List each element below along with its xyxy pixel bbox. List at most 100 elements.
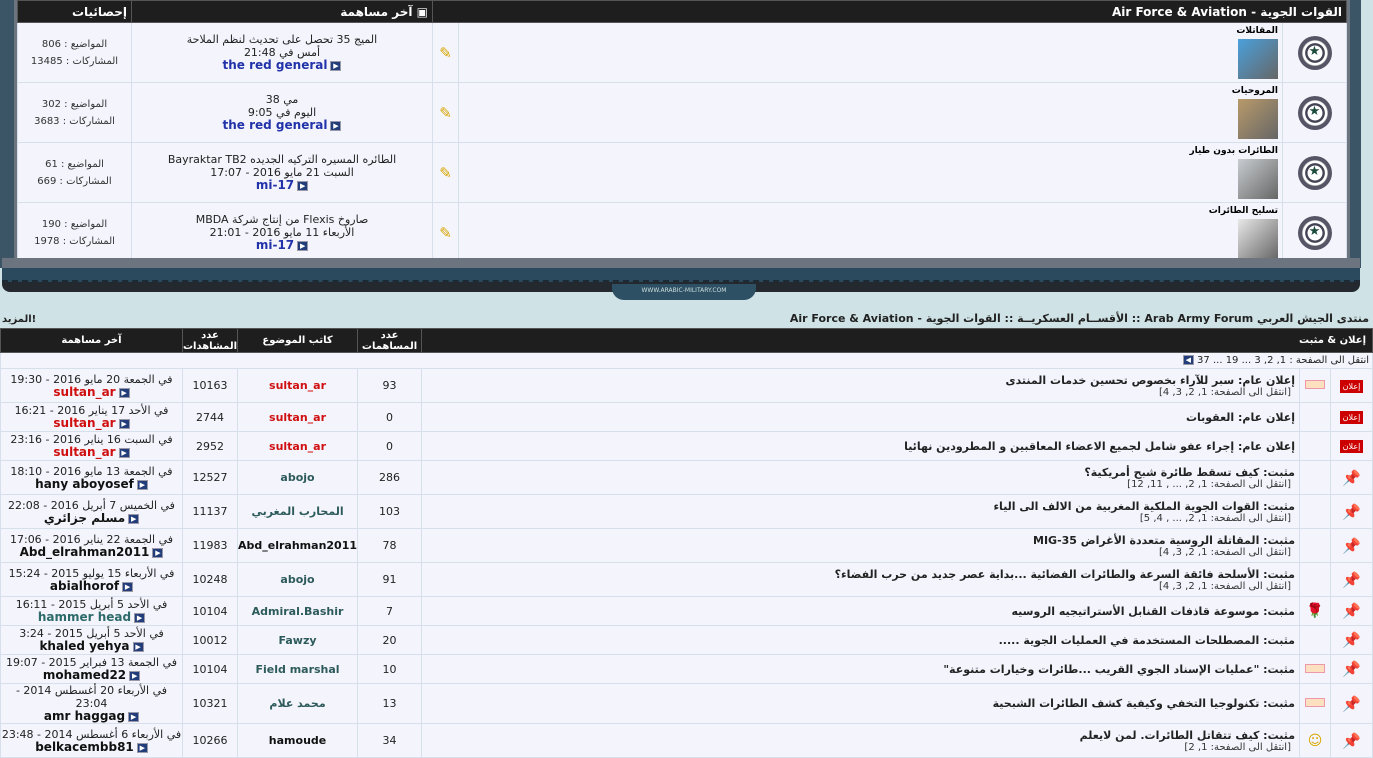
topic-title-link[interactable]: مثبت: المقاتلة الروسية متعددة الأغراض MI… — [422, 534, 1299, 547]
topic-icon-cell — [1299, 528, 1331, 563]
last-post-title[interactable]: الميج 35 تحصل على تحديث لنظم الملاحة — [132, 33, 432, 46]
forum-name-link[interactable]: تسليح الطائرات — [463, 206, 1278, 216]
topic-author-link[interactable]: Fawzy — [237, 625, 359, 655]
forum-info-cell: المروحيات — [458, 82, 1283, 143]
more-link[interactable]: المزيد! — [2, 314, 36, 325]
topic-author-link[interactable]: hamoude — [237, 723, 359, 758]
last-post-cell: في الجمعة 13 فبراير 2015 - 19:07 ▶mohamed… — [0, 654, 183, 684]
goto-post-icon[interactable]: ▶ — [330, 61, 342, 71]
forum-icon-cell — [1282, 22, 1347, 83]
last-post-user-link[interactable]: belkacembb81 — [35, 740, 134, 754]
forum-name-link[interactable]: المقاتلات — [463, 26, 1278, 36]
forum-emblem-icon — [1297, 215, 1332, 250]
last-post-user-link[interactable]: the red general — [223, 118, 328, 132]
topic-title-link[interactable]: مثبت: القوات الجوية الملكية المغربية من … — [422, 500, 1299, 513]
last-post-user-link[interactable]: khaled yehya — [39, 639, 129, 653]
last-post-author: ▶sultan_ar — [1, 446, 182, 459]
pushpin-icon: 📌 — [1342, 468, 1361, 487]
forum-name-link[interactable]: الطائرات بدون طيار — [463, 146, 1278, 156]
posts-count: المشاركات : 1978 — [34, 235, 115, 247]
views-count: 10163 — [181, 368, 239, 403]
announcement-badge: إعلان — [1339, 411, 1364, 424]
last-post-user-link[interactable]: hany aboyosef — [35, 477, 134, 491]
last-post-user-link[interactable]: mohamed22 — [43, 668, 126, 682]
last-post-user-link[interactable]: the red general — [223, 58, 328, 72]
topic-author-link[interactable]: Admiral.Bashir — [237, 596, 359, 626]
pagination[interactable]: انتقل الى الصفحة : 1, 2, 3 ... 19 ... 37… — [0, 352, 1373, 369]
topic-author-link[interactable]: sultan_ar — [237, 402, 359, 432]
goto-post-icon[interactable]: ▶ — [118, 448, 130, 458]
last-post-title[interactable]: صاروخ Flexis من إنتاج شركة MBDA — [132, 213, 432, 226]
last-post-cell: في الخميس 7 أبريل 2016 - 22:08 ▶مسلم جزائ… — [0, 494, 183, 529]
pencil-icon[interactable]: ✎ — [439, 164, 452, 182]
topic-title-link[interactable]: مثبت: موسوعة قاذفات القنابل الأستراتيجيه… — [422, 605, 1299, 618]
topic-title-link[interactable]: مثبت: كيف تتقاتل الطائرات. لمن لايعلم — [422, 729, 1299, 742]
goto-post-icon[interactable]: ▶ — [152, 547, 164, 558]
topic-title-link[interactable]: مثبت: "عمليات الإسناد الجوي القريب ...طا… — [422, 663, 1299, 676]
announcement-badge: إعلان — [1339, 440, 1364, 453]
frame-right — [1347, 0, 1361, 268]
views-count: 10104 — [181, 654, 239, 684]
topic-pages-links[interactable]: [انتقل الى الصفحة: 1, 2, ... , 11, 12] — [422, 479, 1299, 490]
topic-author-link[interactable]: abojo — [237, 460, 359, 495]
topic-pages-links[interactable]: [انتقل الى الصفحة: 1, 2, ... , 4, 5] — [422, 513, 1299, 524]
goto-post-icon[interactable]: ▶ — [297, 181, 309, 191]
replies-count: 91 — [357, 562, 423, 597]
pushpin-icon: 📌 — [1342, 536, 1361, 555]
topic-author-link[interactable]: Field marshal — [237, 654, 359, 684]
forum-emblem-icon — [1297, 35, 1332, 70]
breadcrumb[interactable]: منتدى الجيش العربي Arab Army Forum :: ال… — [790, 312, 1369, 325]
topic-title-link[interactable]: مثبت: المصطلحات المستخدمة في العمليات ال… — [422, 634, 1299, 647]
topic-title-link[interactable]: إعلان عام: سبر للآراء بخصوص تحسين خدمات … — [422, 374, 1299, 387]
topic-title-link[interactable]: مثبت: الأسلحة فائقة السرعة والطائرات الف… — [422, 568, 1299, 581]
pencil-icon[interactable]: ✎ — [439, 44, 452, 62]
last-post-user-link[interactable]: sultan_ar — [53, 385, 115, 399]
last-post-user-link[interactable]: mi-17 — [256, 178, 294, 192]
last-post-user-link[interactable]: abialhorof — [50, 579, 119, 593]
topic-pages-links[interactable]: [انتقل الى الصفحة: 1, 2, 3, 4] — [422, 387, 1299, 398]
goto-post-icon[interactable]: ▶ — [136, 479, 148, 490]
goto-post-icon[interactable]: ▶ — [132, 642, 144, 652]
topic-author-link[interactable]: sultan_ar — [237, 368, 359, 403]
topic-icon-cell — [1299, 460, 1331, 495]
topic-author-link[interactable]: sultan_ar — [237, 431, 359, 461]
last-post-title[interactable]: الطائره المسيره التركيه الجديده Bayrakta… — [132, 153, 432, 166]
goto-post-icon[interactable]: ▶ — [134, 613, 146, 623]
topic-title-link[interactable]: إعلان عام: إجراء عفو شامل لجميع الاعضاء … — [422, 440, 1299, 453]
topic-pages-links[interactable]: [انتقل الى الصفحة: 1, 2, 3, 4] — [422, 547, 1299, 558]
topic-title-link[interactable]: مثبت: كيف تسقط طائرة شبح أمريكية؟ — [422, 466, 1299, 479]
pencil-icon[interactable]: ✎ — [439, 104, 452, 122]
category-title[interactable]: القوات الجوية - Air Force & Aviation — [432, 0, 1347, 23]
forum-name-link[interactable]: المروحيات — [463, 86, 1278, 96]
last-post-user-link[interactable]: hammer head — [38, 610, 131, 624]
goto-post-icon[interactable]: ▶ — [118, 387, 130, 398]
topic-author-link[interactable]: Abd_elrahman2011 — [237, 528, 359, 563]
topic-author-link[interactable]: المحارب المغربي — [237, 494, 359, 529]
topic-author-link[interactable]: محمد علام — [237, 683, 359, 724]
goto-post-icon[interactable]: ▶ — [128, 513, 140, 524]
topic-author-link[interactable]: abojo — [237, 562, 359, 597]
goto-post-icon[interactable]: ▶ — [128, 712, 140, 722]
last-post-cell: في الجمعة 13 مايو 2016 - 18:10 ▶hany aboy… — [0, 460, 183, 495]
last-post-user-link[interactable]: مسلم جزائري — [44, 511, 125, 525]
pencil-icon[interactable]: ✎ — [439, 224, 452, 242]
goto-post-icon[interactable]: ▶ — [118, 419, 130, 429]
last-post-user-link[interactable]: mi-17 — [256, 238, 294, 252]
topic-title-cell: مثبت: موسوعة قاذفات القنابل الأستراتيجيه… — [421, 596, 1300, 626]
topic-title-cell: مثبت: الأسلحة فائقة السرعة والطائرات الف… — [421, 562, 1300, 597]
last-post-user-link[interactable]: sultan_ar — [53, 416, 115, 430]
goto-post-icon[interactable]: ▶ — [330, 121, 342, 131]
last-post-title[interactable]: مي 38 — [132, 93, 432, 106]
views-count: 12527 — [181, 460, 239, 495]
goto-post-icon[interactable]: ▶ — [122, 581, 134, 592]
topic-title-link[interactable]: مثبت: تكنولوجيا التخفي وكيفية كشف الطائر… — [422, 697, 1299, 710]
last-post-user-link[interactable]: sultan_ar — [53, 445, 115, 459]
goto-post-icon[interactable]: ▶ — [297, 241, 309, 251]
goto-post-icon[interactable]: ▶ — [136, 742, 148, 753]
topic-title-link[interactable]: إعلان عام: العقوبات — [422, 411, 1299, 424]
last-post-user-link[interactable]: amr haggag — [44, 709, 125, 723]
last-post-user-link[interactable]: Abd_elrahman2011 — [20, 545, 150, 559]
goto-post-icon[interactable]: ▶ — [129, 671, 141, 681]
topic-pages-links[interactable]: [انتقل الى الصفحة: 1, 2, 3, 4] — [422, 581, 1299, 592]
topic-icon-cell — [1299, 402, 1331, 432]
